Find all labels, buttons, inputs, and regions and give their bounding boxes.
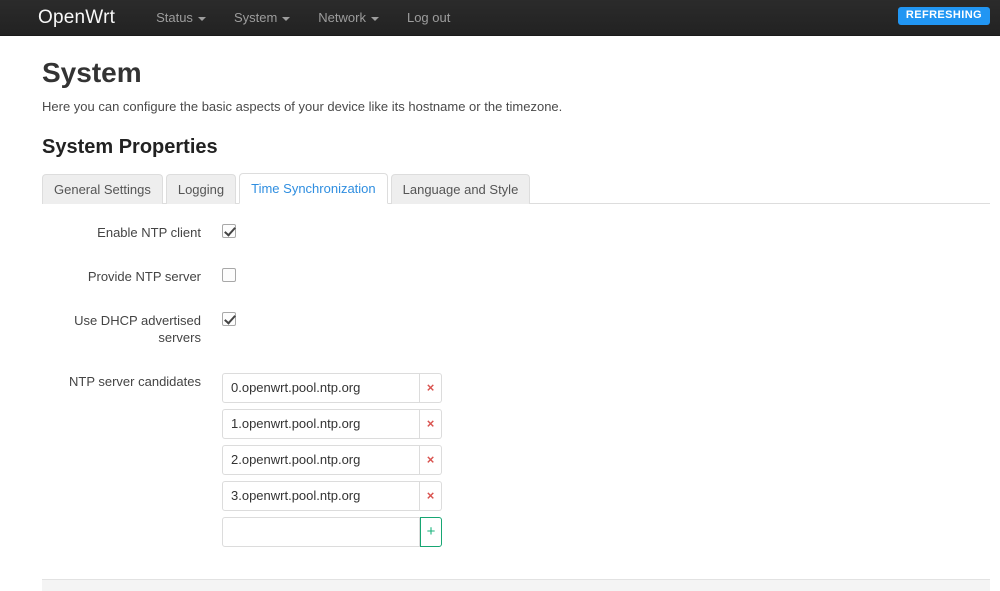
label-enable-ntp-client: Enable NTP client [97,225,201,241]
remove-ntp-server-button-3[interactable]: × [420,480,442,511]
ntp-server-input-1[interactable] [222,408,420,439]
form-row-provide-ntp-server: Provide NTP server [42,268,958,286]
nav-menu: Status System Network Log out [142,0,464,36]
nav-item-system[interactable]: System [220,0,304,36]
chevron-down-icon [197,16,206,21]
checkbox-provide-ntp-server[interactable] [222,268,236,283]
tab-bar: General Settings Logging Time Synchroniz… [42,172,990,205]
nav-item-network[interactable]: Network [304,0,393,36]
tab-language-and-style[interactable]: Language and Style [390,173,531,205]
checkbox-use-dhcp-advertised-servers[interactable] [222,312,236,327]
label-ntp-server-candidates: NTP server candidates [69,373,201,389]
time-sync-form: Enable NTP client Provide NTP server Use… [42,204,958,553]
list-item-new: + [222,516,442,547]
nav-item-status[interactable]: Status [142,0,220,36]
chevron-down-icon [282,16,291,21]
page-title: System [42,57,142,88]
control-use-dhcp-servers [222,312,236,327]
ntp-server-input-0[interactable] [222,372,420,403]
remove-ntp-server-button-2[interactable]: × [420,444,442,475]
list-item: × [222,372,442,403]
tab-time-synchronization[interactable]: Time Synchronization [239,172,388,205]
nav-item-label: System [233,9,278,25]
add-ntp-server-button[interactable]: + [420,516,442,547]
page-description: Here you can configure the basic aspects… [42,98,563,114]
label-use-dhcp-advertised-servers: Use DHCP advertised servers [74,313,201,346]
nav-item-label: Status [156,9,193,25]
list-item: × [222,408,442,439]
ntp-server-input-new[interactable] [222,516,420,547]
ntp-server-input-3[interactable] [222,480,420,511]
tab-logging[interactable]: Logging [165,173,237,205]
brand-logo[interactable]: OpenWrt [0,0,129,36]
ntp-server-list: × × × × + [222,372,442,553]
nav-item-label: Log out [406,9,451,25]
page-container: System Here you can configure the basic … [0,57,1000,553]
control-provide-ntp-server [222,268,236,283]
label-provide-ntp-server: Provide NTP server [87,269,201,285]
form-row-ntp-server-candidates: NTP server candidates × × × × [42,372,958,553]
list-item: × [222,480,442,511]
form-action-bar: Save & Apply Save Reset [42,578,990,591]
remove-ntp-server-button-0[interactable]: × [420,372,442,403]
nav-item-label: Network [318,9,366,25]
form-row-use-dhcp-servers: Use DHCP advertised servers [42,312,958,347]
chevron-down-icon [370,16,379,21]
control-enable-ntp-client [222,224,236,239]
nav-item-logout[interactable]: Log out [393,0,464,36]
form-row-enable-ntp-client: Enable NTP client [42,224,958,242]
checkbox-enable-ntp-client[interactable] [222,224,236,239]
list-item: × [222,444,442,475]
ntp-server-input-2[interactable] [222,444,420,475]
tab-general-settings[interactable]: General Settings [42,173,163,205]
status-badge-refreshing[interactable]: REFRESHING [897,7,990,25]
section-title: System Properties [42,135,218,158]
top-navbar: OpenWrt Status System Network Log out RE… [0,0,1000,36]
remove-ntp-server-button-1[interactable]: × [420,408,442,439]
